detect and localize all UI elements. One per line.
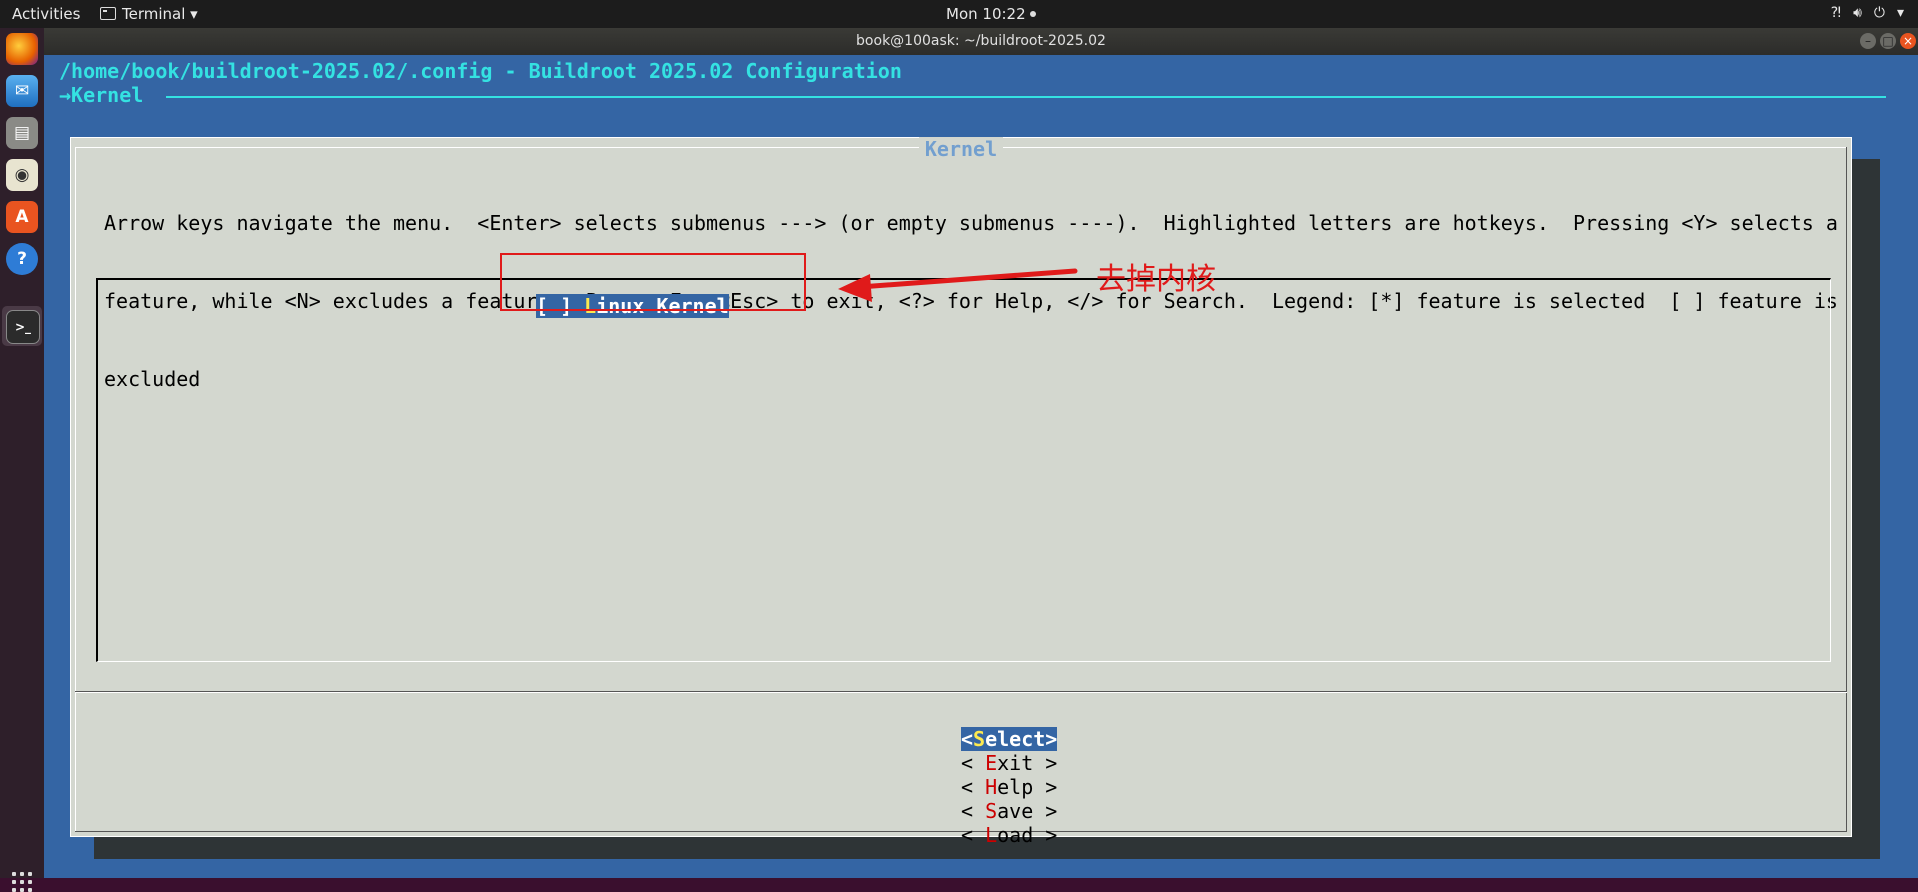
notification-dot-icon [1029, 11, 1036, 17]
power-icon[interactable]: ⏻ [1874, 5, 1885, 21]
help-button[interactable]: < Help > [961, 775, 1057, 799]
rhythmbox-icon[interactable]: ◉ [6, 159, 38, 191]
exit-button[interactable]: < Exit > [961, 751, 1057, 775]
select-button[interactable]: <Select> [960, 727, 1058, 751]
terminal-window: book@100ask: ~/buildroot-2025.02 – □ × /… [44, 28, 1918, 878]
breadcrumb: →Kernel [59, 83, 144, 107]
system-tray[interactable]: ⁈ 🔊︎ ⏻ ▾ [1819, 5, 1904, 21]
top-bar: Activities Terminal ▾ Mon 10:22 ⁈ 🔊︎ ⏻ ▾ [0, 0, 1918, 28]
window-title: book@100ask: ~/buildroot-2025.02 [856, 33, 1106, 49]
menu-list: [ ] Linux Kernel [96, 278, 1831, 662]
load-button[interactable]: < Load > [961, 823, 1057, 847]
terminal-content[interactable]: /home/book/buildroot-2025.02/.config - B… [44, 55, 1918, 878]
app-menu-label: Terminal ▾ [122, 5, 198, 23]
annotation-label: 去掉内核 [1096, 262, 1216, 297]
maximize-icon[interactable]: □ [1880, 33, 1896, 49]
show-applications-icon[interactable] [12, 872, 32, 892]
clock-text: Mon 10:22 [946, 5, 1026, 23]
dropdown-icon[interactable]: ▾ [1897, 5, 1904, 21]
window-titlebar[interactable]: book@100ask: ~/buildroot-2025.02 – □ × [44, 28, 1918, 55]
help-line: Arrow keys navigate the menu. <Enter> se… [104, 211, 1838, 235]
network-icon[interactable]: ⁈ [1831, 5, 1841, 21]
clock[interactable]: Mon 10:22 [946, 5, 1036, 23]
save-button[interactable]: < Save > [961, 799, 1057, 823]
annotation-highlight-box [500, 253, 806, 311]
files-icon[interactable]: ▤ [6, 117, 38, 149]
activities-button[interactable]: Activities [12, 5, 80, 23]
firefox-icon[interactable] [6, 33, 38, 65]
menuconfig-dialog: Kernel Arrow keys navigate the menu. <En… [70, 137, 1852, 847]
minimize-icon[interactable]: – [1860, 33, 1876, 49]
app-menu[interactable]: Terminal ▾ [100, 5, 198, 23]
software-center-icon[interactable]: A [6, 201, 38, 233]
help-icon[interactable]: ? [6, 243, 38, 275]
close-icon[interactable]: × [1900, 33, 1916, 49]
volume-icon[interactable]: 🔊︎ [1853, 5, 1862, 21]
breadcrumb-line [166, 96, 1886, 98]
button-bar: <Select> < Exit > < Help > < Save > < Lo… [71, 703, 1851, 871]
dock: ✉ ▤ ◉ A ? >_ [0, 28, 44, 892]
config-path: /home/book/buildroot-2025.02/.config - B… [59, 59, 902, 83]
terminal-small-icon [100, 7, 116, 20]
thunderbird-icon[interactable]: ✉ [6, 75, 38, 107]
terminal-icon[interactable]: >_ [6, 310, 40, 344]
